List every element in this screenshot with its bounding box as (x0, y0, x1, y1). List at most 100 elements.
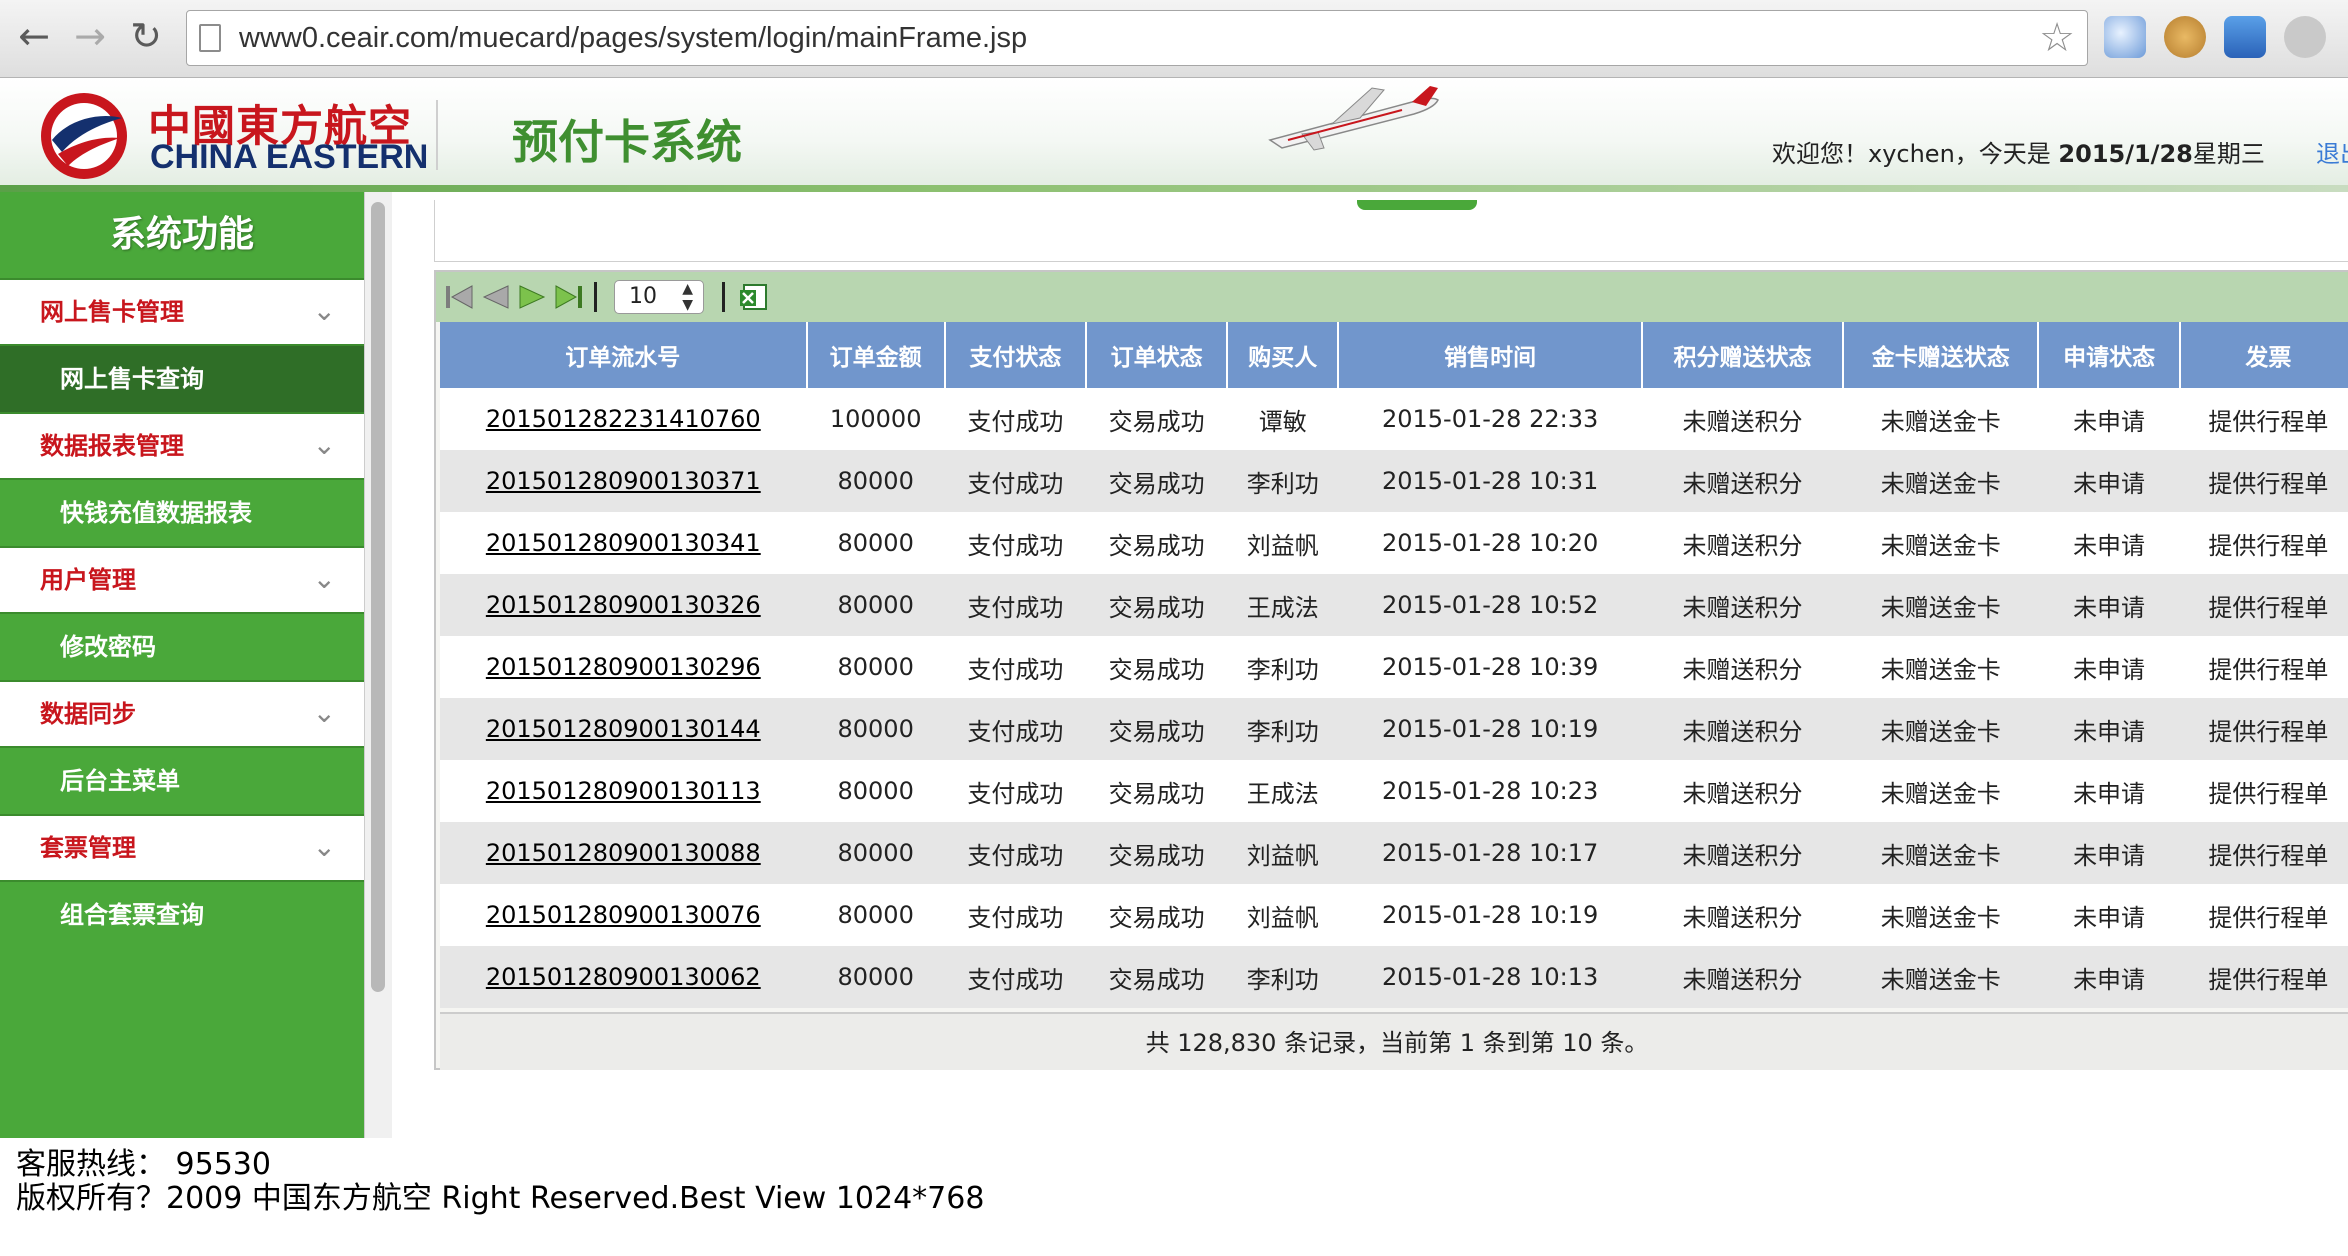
table-row[interactable]: 201501280900130088 80000 支付成功 交易成功 刘益帆 2015-0… (440, 822, 2348, 884)
column-header[interactable]: 发票 (2179, 322, 2348, 388)
order-number-link[interactable]: 201501280900130296 (440, 636, 807, 698)
table-cell: 80000 (806, 760, 945, 822)
bookmark-star-icon[interactable]: ☆ (2039, 15, 2075, 61)
page-size-select[interactable]: 10 ▲ ▼ (614, 280, 704, 314)
last-page-icon[interactable] (552, 282, 584, 312)
table-row[interactable]: 201501280900130076 80000 支付成功 交易成功 刘益帆 2015-0… (440, 884, 2348, 946)
table-row[interactable]: 201501280900130113 80000 支付成功 交易成功 王成法 2015-0… (440, 760, 2348, 822)
menu-group-data-sync[interactable]: 数据同步 ⌄ (0, 680, 364, 748)
welcome-weekday: 星期三 (2192, 140, 2265, 168)
table-cell: 提供行程单 (2179, 636, 2348, 698)
address-bar[interactable]: www0.ceair.com/muecard/pages/system/logi… (186, 10, 2088, 66)
column-header[interactable]: 积分赠送状态 (1641, 322, 1845, 388)
table-row[interactable]: 201501280900130144 80000 支付成功 交易成功 李利功 2015-0… (440, 698, 2348, 760)
next-page-icon[interactable] (516, 282, 548, 312)
order-number-link[interactable]: 201501280900130088 (440, 822, 807, 884)
airplane-icon (1268, 86, 1439, 151)
cookie-extension-icon[interactable] (2164, 16, 2206, 58)
previous-page-icon[interactable] (480, 282, 512, 312)
order-number-link[interactable]: 201501280900130326 (440, 574, 807, 636)
table-cell: 交易成功 (1085, 698, 1228, 760)
table-cell: 交易成功 (1085, 760, 1228, 822)
table-cell: 刘益帆 (1227, 512, 1339, 574)
table-cell: 交易成功 (1085, 636, 1228, 698)
column-header[interactable]: 支付状态 (944, 322, 1087, 388)
table-row[interactable]: 201501282231410760 100000 支付成功 交易成功 谭敏 2015-0… (440, 388, 2348, 450)
page-size-value: 10 (629, 284, 657, 309)
table-cell: 交易成功 (1085, 884, 1228, 946)
column-header[interactable]: 金卡赠送状态 (1843, 322, 2040, 388)
order-number-link[interactable]: 201501280900130144 (440, 698, 807, 760)
magnifier-extension-icon[interactable] (2104, 16, 2146, 58)
chevron-down-icon: ⌄ (312, 562, 336, 595)
welcome-message: 欢迎您！xychen，今天是 2015/1/28星期三 (1772, 134, 2265, 169)
column-header[interactable]: 订单流水号 (440, 322, 808, 388)
order-number-link[interactable]: 201501280900130341 (440, 512, 807, 574)
table-cell: 提供行程单 (2179, 698, 2348, 760)
table-cell: 支付成功 (944, 636, 1086, 698)
menu-group-label: 网上售卡管理 (40, 298, 184, 326)
menu-group-user-management[interactable]: 用户管理 ⌄ (0, 546, 364, 614)
column-header[interactable]: 申请状态 (2038, 322, 2181, 388)
menu-group-reports[interactable]: 数据报表管理 ⌄ (0, 412, 364, 480)
table-cell: 交易成功 (1085, 388, 1228, 450)
account-extension-icon[interactable] (2224, 16, 2266, 58)
table-cell: 未赠送积分 (1641, 636, 1844, 698)
forward-arrow-icon[interactable]: → (68, 14, 112, 58)
table-row[interactable]: 201501280900130371 80000 支付成功 交易成功 李利功 2015-0… (440, 450, 2348, 512)
table-cell: 80000 (806, 698, 945, 760)
table-cell: 未赠送金卡 (1843, 574, 2039, 636)
back-arrow-icon[interactable]: ← (12, 14, 56, 58)
table-cell: 2015-01-28 10:19 (1338, 698, 1642, 760)
menu-group-online-card[interactable]: 网上售卡管理 ⌄ (0, 278, 364, 346)
column-header[interactable]: 订单金额 (806, 322, 946, 388)
table-row[interactable]: 201501280900130341 80000 支付成功 交易成功 刘益帆 2015-0… (440, 512, 2348, 574)
stepper-arrows-icon: ▲ ▼ (682, 281, 693, 313)
table-cell: 提供行程单 (2179, 760, 2348, 822)
table-cell: 交易成功 (1085, 822, 1228, 884)
table-cell: 交易成功 (1085, 574, 1228, 636)
order-number-link[interactable]: 201501280900130062 (440, 946, 807, 1008)
column-header[interactable]: 销售时间 (1338, 322, 1643, 388)
order-number-link[interactable]: 201501282231410760 (440, 388, 807, 450)
site-header: 中國東方航空 CHINA EASTERN 预付卡系统 欢迎您！xychen，今天… (0, 78, 2348, 192)
first-page-icon[interactable] (444, 282, 476, 312)
panel-toggle-tab[interactable] (1357, 200, 1477, 210)
menu-item-change-password[interactable]: 修改密码 (0, 614, 364, 680)
table-cell: 未申请 (2038, 450, 2180, 512)
table-row[interactable]: 201501280900130062 80000 支付成功 交易成功 李利功 2015-0… (440, 946, 2348, 1008)
column-header[interactable]: 订单状态 (1085, 322, 1229, 388)
table-cell: 提供行程单 (2179, 450, 2348, 512)
column-header[interactable]: 购买人 (1227, 322, 1340, 388)
reload-icon[interactable]: ↻ (124, 14, 168, 58)
menu-group-label: 数据同步 (40, 700, 136, 728)
table-cell: 未赠送积分 (1641, 512, 1844, 574)
table-cell: 未申请 (2038, 512, 2180, 574)
settings-extension-icon[interactable] (2284, 16, 2326, 58)
order-number-link[interactable]: 201501280900130113 (440, 760, 807, 822)
logout-link[interactable]: 退出 (2316, 134, 2348, 169)
sidebar-scrollbar[interactable] (371, 202, 385, 992)
address-url[interactable]: www0.ceair.com/muecard/pages/system/logi… (239, 11, 1027, 65)
table-row[interactable]: 201501280900130326 80000 支付成功 交易成功 王成法 2015-0… (440, 574, 2348, 636)
table-cell: 80000 (806, 636, 945, 698)
table-cell: 未赠送金卡 (1843, 760, 2039, 822)
table-cell: 未申请 (2038, 946, 2180, 1008)
menu-item-main-menu[interactable]: 后台主菜单 (0, 748, 364, 814)
order-number-link[interactable]: 201501280900130371 (440, 450, 807, 512)
page-icon (199, 24, 221, 52)
table-row[interactable]: 201501280900130296 80000 支付成功 交易成功 李利功 2015-0… (440, 636, 2348, 698)
order-number-link[interactable]: 201501280900130076 (440, 884, 807, 946)
table-cell: 80000 (806, 884, 945, 946)
search-panel (434, 200, 2348, 262)
menu-group-package-tickets[interactable]: 套票管理 ⌄ (0, 814, 364, 882)
menu-group-label: 用户管理 (40, 566, 136, 594)
export-excel-icon[interactable] (738, 282, 770, 312)
main-content: 10 ▲ ▼ 订单流水号 订单金额 支付状态 订单状态 购买人 销售时间 积分赠… (392, 192, 2348, 1138)
table-cell: 未申请 (2038, 636, 2180, 698)
menu-item-recharge-report[interactable]: 快钱充值数据报表 (0, 480, 364, 546)
chevron-down-icon: ⌄ (312, 294, 336, 327)
menu-item-online-card-query[interactable]: 网上售卡查询 (0, 346, 364, 412)
sidebar-title: 系统功能 (109, 214, 254, 255)
menu-item-package-query[interactable]: 组合套票查询 (0, 882, 364, 948)
